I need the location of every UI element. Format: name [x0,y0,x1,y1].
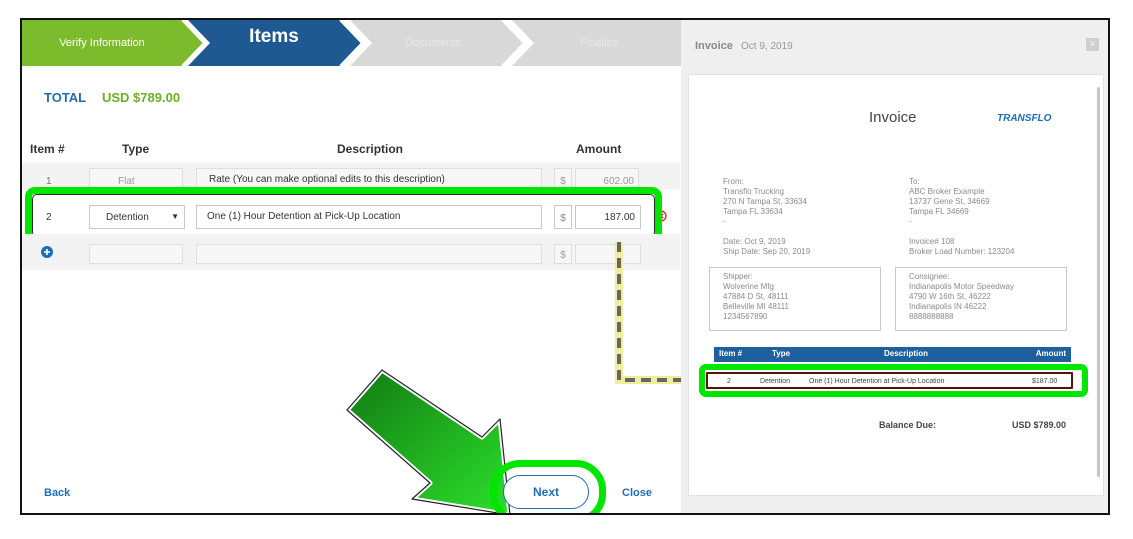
new-row-description-input[interactable] [196,244,542,264]
total-value: USD $789.00 [102,90,181,105]
invoice-number-info: Invoice# 108 Broker Load Number: 123204 [909,237,1015,256]
row-item-number: 1 [46,176,52,187]
items-header-amount: Amount [1035,349,1066,358]
preview-title: Invoice [695,40,733,52]
invoice-document: Invoice TRANSFLO From: Transflo Trucking… [688,74,1104,496]
column-header-item: Item # [30,142,65,156]
item-row-description: One (1) Hour Detention at Pick-Up Locati… [809,378,945,385]
to-address: To: ABC Broker Example 13737 Gene St, 34… [909,177,990,226]
add-row-icon[interactable] [41,246,53,258]
item-row-type: Detention [760,378,790,385]
items-header-type: Type [772,349,791,358]
wizard-steps: Verify Information Items Documents Final… [22,20,682,66]
total-label: TOTAL [44,90,87,105]
from-address: From: Transflo Trucking 270 N Tampa St, … [723,177,807,226]
invoice-preview-panel: Invoice Oct 9, 2019 × Invoice TRANSFLO F… [681,20,1108,513]
column-header-type: Type [122,142,150,156]
new-row-currency-label: $ [554,244,572,264]
preview-date: Oct 9, 2019 [741,41,793,52]
transflo-logo: TRANSFLO [997,113,1052,124]
column-header-description: Description [337,142,404,156]
step-items[interactable]: Items [204,20,344,60]
next-button[interactable]: Next [503,475,589,509]
items-header-description: Description [884,349,929,358]
back-button[interactable]: Back [44,487,70,499]
invoice-wizard-window: Verify Information Items Documents Final… [20,18,1110,515]
balance-due-label: Balance Due: [879,420,937,430]
consignee-address: Consignee: Indianapolis Motor Speedway 4… [909,272,1014,321]
items-header-item: Item # [719,349,743,358]
close-button[interactable]: Close [622,487,652,499]
step-verify-information[interactable]: Verify Information [22,20,182,66]
invoice-title: Invoice [869,109,917,126]
shipper-box: Shipper: Wolverine Mfg 47884 D St, 48111… [709,267,881,331]
item-row-amount: $187.00 [1032,378,1058,385]
balance-due-value: USD $789.00 [1012,420,1067,430]
new-row-type-select[interactable] [89,244,183,264]
row-highlight-outline [32,194,655,237]
items-table-header: Item # Type Description Amount [714,347,1071,362]
consignee-box: Consignee: Indianapolis Motor Speedway 4… [895,267,1067,331]
column-header-amount: Amount [576,142,622,156]
shipper-address: Shipper: Wolverine Mfg 47884 D St, 48111… [723,272,789,321]
scrollbar[interactable] [1097,87,1100,477]
step-documents[interactable]: Documents [362,20,504,66]
step-finalize[interactable]: Finalize [524,20,674,66]
item-row-number: 2 [727,378,731,385]
close-icon[interactable]: × [1086,38,1099,51]
invoice-dates: Date: Oct 9, 2019 Ship Date: Sep 20, 201… [723,237,811,256]
